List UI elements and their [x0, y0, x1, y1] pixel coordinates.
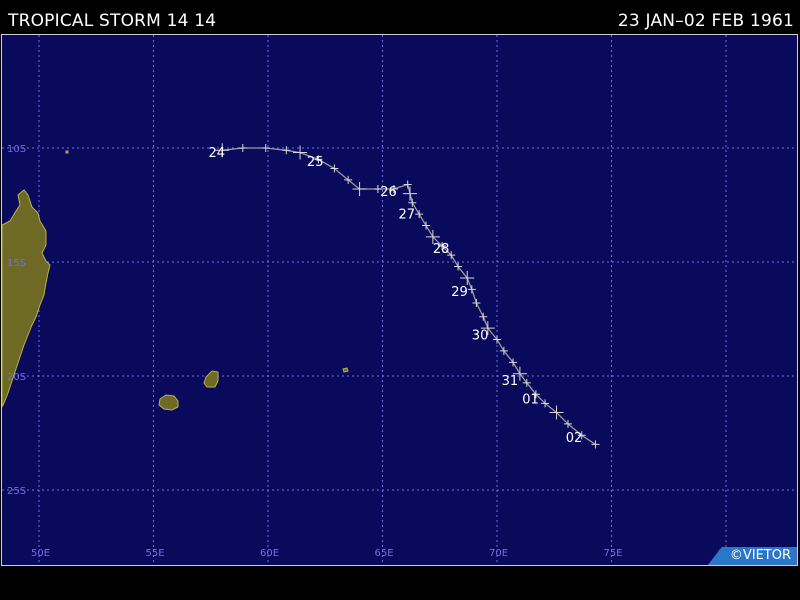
- track-day-label: 01: [522, 392, 539, 407]
- track-day-label: 02: [566, 431, 583, 446]
- latitude-label: 10S: [7, 144, 26, 155]
- longitude-label: 60E: [260, 548, 279, 559]
- storm-track-map: 50E55E60E65E70E75E80E10S15S20S25S 242526…: [2, 35, 797, 565]
- track-day-label: 25: [307, 155, 324, 170]
- footer-bar: [0, 566, 800, 600]
- credit-badge: ©VIETOR: [707, 547, 797, 565]
- ocean-background: [2, 35, 797, 565]
- longitude-label: 50E: [31, 548, 50, 559]
- track-day-label: 28: [433, 242, 450, 257]
- storm-title: TROPICAL STORM 14 14: [8, 11, 217, 31]
- track-day-label: 31: [502, 374, 519, 389]
- longitude-label: 70E: [489, 548, 508, 559]
- track-day-label: 30: [472, 329, 489, 344]
- header-bar: TROPICAL STORM 14 14 23 JAN–02 FEB 1961: [0, 0, 800, 34]
- longitude-label: 65E: [375, 548, 394, 559]
- rodrigues-island: [342, 367, 349, 373]
- latitude-label: 20S: [7, 372, 26, 383]
- track-day-label: 29: [451, 285, 468, 300]
- latitude-label: 25S: [7, 486, 26, 497]
- track-day-label: 27: [399, 208, 416, 223]
- track-day-label: 26: [380, 185, 397, 200]
- map-frame: 50E55E60E65E70E75E80E10S15S20S25S 242526…: [1, 34, 798, 566]
- islet: [65, 150, 69, 154]
- track-day-label: 24: [208, 146, 225, 161]
- longitude-label: 75E: [604, 548, 623, 559]
- reunion-island: [158, 394, 179, 411]
- latitude-label: 15S: [7, 258, 26, 269]
- date-range: 23 JAN–02 FEB 1961: [617, 11, 794, 31]
- longitude-label: 55E: [146, 548, 165, 559]
